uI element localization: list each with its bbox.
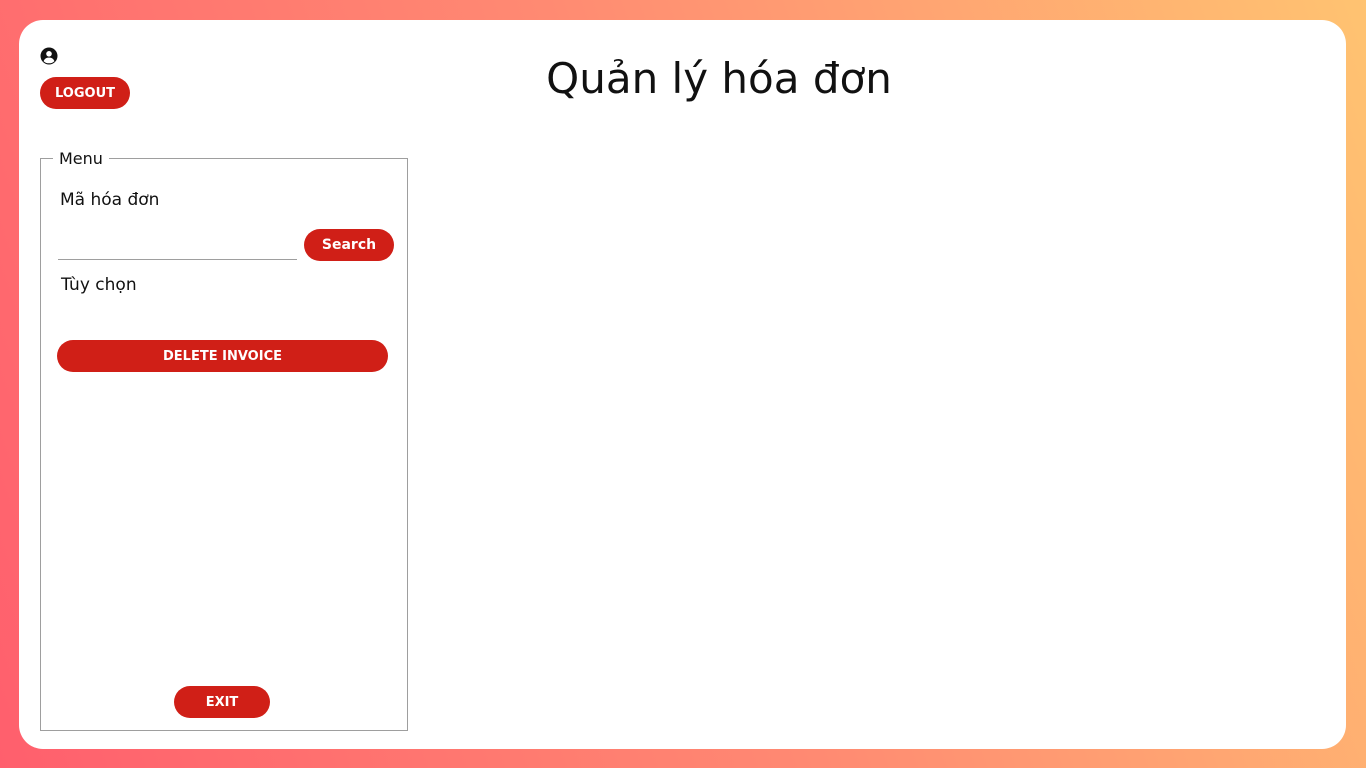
options-label: Tùy chọn (61, 275, 137, 295)
logout-button[interactable]: LOGOUT (40, 77, 130, 109)
menu-panel: Menu Mã hóa đơn Search Tùy chọn DELETE I… (40, 149, 408, 731)
menu-legend: Menu (59, 149, 103, 168)
invoice-code-input[interactable] (58, 228, 297, 260)
page-title: Quản lý hóa đơn (546, 54, 892, 103)
invoice-code-label: Mã hóa đơn (60, 190, 160, 210)
exit-button[interactable]: EXIT (174, 686, 270, 718)
delete-invoice-button[interactable]: DELETE INVOICE (57, 340, 388, 372)
user-circle-icon[interactable] (40, 47, 58, 65)
search-button[interactable]: Search (304, 229, 394, 261)
main-card: LOGOUT Quản lý hóa đơn Menu Mã hóa đơn S… (19, 20, 1346, 749)
